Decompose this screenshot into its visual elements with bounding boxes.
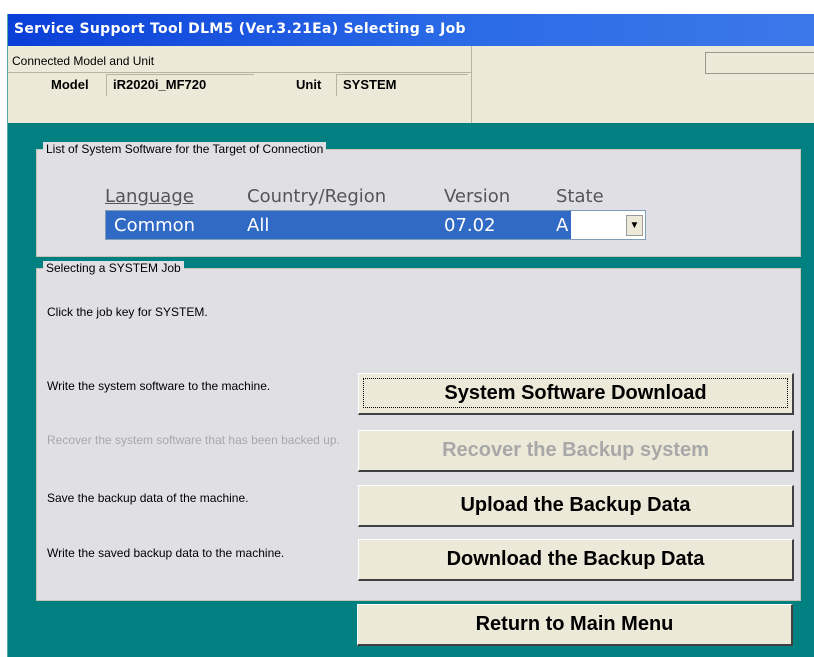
return-main-menu-button[interactable]: Return to Main Menu [357, 604, 793, 646]
connection-panel: Connected Model and Unit Model iR2020i_M… [8, 46, 814, 123]
job-description-recover: Recover the system software that has bee… [47, 433, 340, 447]
software-select[interactable]: Common All 07.02 A ▼ [105, 210, 646, 240]
return-main-menu-label: Return to Main Menu [475, 613, 674, 635]
connection-separator [471, 46, 472, 123]
unit-value: SYSTEM [336, 74, 468, 96]
software-list-group: List of System Software for the Target o… [36, 142, 801, 257]
download-backup-data-button[interactable]: Download the Backup Data [358, 539, 794, 581]
job-instruction: Click the job key for SYSTEM. [47, 305, 208, 319]
software-list-legend: List of System Software for the Target o… [43, 142, 327, 156]
connection-status-box [705, 52, 814, 74]
recover-backup-system-label: Recover the Backup system [442, 439, 709, 461]
column-language: Language [105, 186, 194, 207]
recover-backup-system-button[interactable]: Recover the Backup system [358, 430, 794, 472]
job-description-upload: Save the backup data of the machine. [47, 491, 249, 505]
title-bar: Service Support Tool DLM5 (Ver.3.21Ea) S… [8, 14, 814, 46]
unit-label: Unit [296, 77, 322, 92]
download-backup-data-label: Download the Backup Data [446, 548, 705, 570]
model-value: iR2020i_MF720 [106, 74, 254, 96]
column-state: State [556, 186, 604, 207]
selected-state: A [556, 215, 569, 236]
selected-country: All [247, 215, 270, 236]
connection-heading: Connected Model and Unit [12, 54, 155, 68]
job-description-download: Write the system software to the machine… [47, 379, 271, 393]
main-window: Service Support Tool DLM5 (Ver.3.21Ea) S… [7, 14, 814, 657]
window-title: Service Support Tool DLM5 (Ver.3.21Ea) S… [14, 21, 466, 37]
upload-backup-data-label: Upload the Backup Data [460, 494, 691, 516]
dropdown-arrow-icon[interactable]: ▼ [626, 215, 643, 236]
job-select-group: Selecting a SYSTEM Job Click the job key… [36, 261, 801, 601]
model-label: Model [51, 77, 89, 92]
job-select-legend: Selecting a SYSTEM Job [43, 261, 184, 275]
system-software-download-button[interactable]: System Software Download [358, 373, 794, 415]
job-description-download-backup: Write the saved backup data to the machi… [47, 546, 285, 560]
column-country-region: Country/Region [247, 186, 387, 207]
upload-backup-data-button[interactable]: Upload the Backup Data [358, 485, 794, 527]
selected-language: Common [114, 215, 196, 236]
model-unit-row: Model iR2020i_MF720 Unit SYSTEM [18, 72, 468, 98]
column-version: Version [444, 186, 511, 207]
selected-version: 07.02 [444, 215, 496, 236]
system-software-download-label: System Software Download [359, 374, 792, 412]
